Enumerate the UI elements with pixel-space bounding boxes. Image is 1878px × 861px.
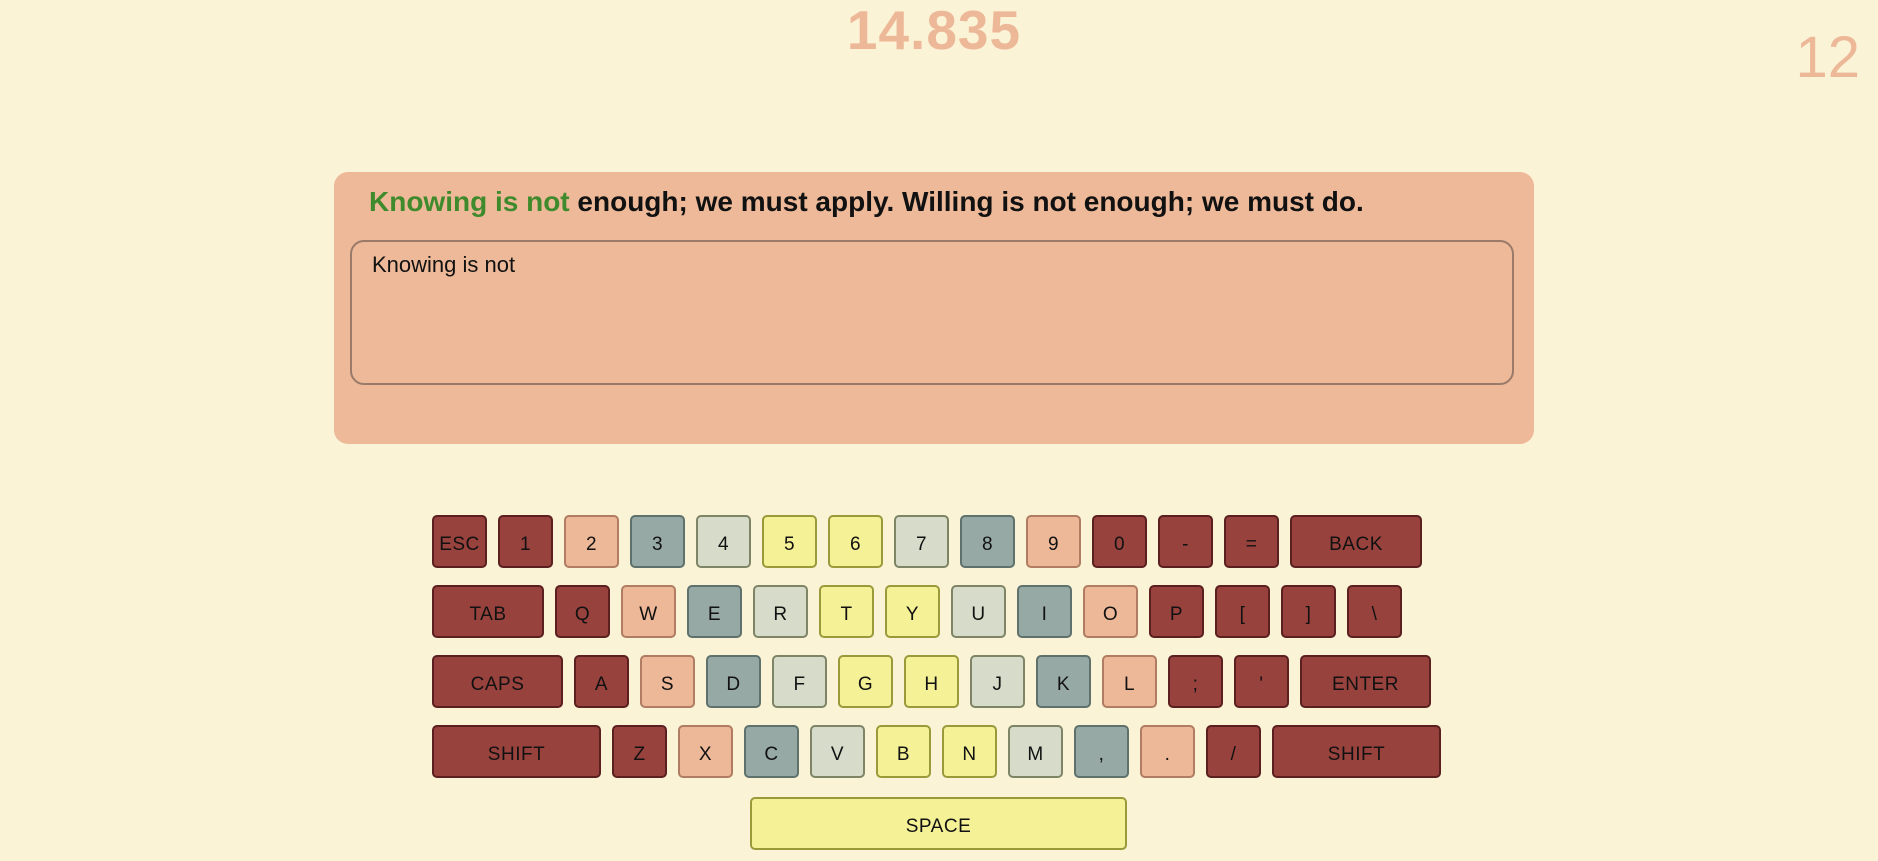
- key-shift-left[interactable]: SHIFT: [432, 725, 601, 778]
- key-space[interactable]: SPACE: [750, 797, 1127, 850]
- key-caps[interactable]: CAPS: [432, 655, 563, 708]
- key-3[interactable]: 3: [630, 515, 685, 568]
- key-f[interactable]: F: [772, 655, 827, 708]
- key-2[interactable]: 2: [564, 515, 619, 568]
- key-shift-right[interactable]: SHIFT: [1272, 725, 1441, 778]
- target-sentence: Knowing is not enough; we must apply. Wi…: [369, 186, 1364, 218]
- key-t[interactable]: T: [819, 585, 874, 638]
- key-n[interactable]: N: [942, 725, 997, 778]
- word-counter: 12: [1795, 25, 1860, 90]
- key-a[interactable]: A: [574, 655, 629, 708]
- key-left-bracket[interactable]: [: [1215, 585, 1270, 638]
- typed-portion: Knowing is not: [369, 186, 570, 217]
- key-d[interactable]: D: [706, 655, 761, 708]
- key-s[interactable]: S: [640, 655, 695, 708]
- key-4[interactable]: 4: [696, 515, 751, 568]
- key-q[interactable]: Q: [555, 585, 610, 638]
- key-period[interactable]: .: [1140, 725, 1195, 778]
- typing-input[interactable]: Knowing is not: [350, 240, 1514, 385]
- key-1[interactable]: 1: [498, 515, 553, 568]
- key-k[interactable]: K: [1036, 655, 1091, 708]
- key-equals[interactable]: =: [1224, 515, 1279, 568]
- key-backslash[interactable]: \: [1347, 585, 1402, 638]
- key-r[interactable]: R: [753, 585, 808, 638]
- key-o[interactable]: O: [1083, 585, 1138, 638]
- key-g[interactable]: G: [838, 655, 893, 708]
- key-e[interactable]: E: [687, 585, 742, 638]
- timer-display: 14.835: [846, 0, 1022, 61]
- key-m[interactable]: M: [1008, 725, 1063, 778]
- key-esc[interactable]: ESC: [432, 515, 487, 568]
- key-z[interactable]: Z: [612, 725, 667, 778]
- key-w[interactable]: W: [621, 585, 676, 638]
- key-b[interactable]: B: [876, 725, 931, 778]
- key-u[interactable]: U: [951, 585, 1006, 638]
- key-enter[interactable]: ENTER: [1300, 655, 1431, 708]
- key-v[interactable]: V: [810, 725, 865, 778]
- key-comma[interactable]: ,: [1074, 725, 1129, 778]
- key-5[interactable]: 5: [762, 515, 817, 568]
- key-6[interactable]: 6: [828, 515, 883, 568]
- key-h[interactable]: H: [904, 655, 959, 708]
- key-quote[interactable]: ': [1234, 655, 1289, 708]
- key-minus[interactable]: -: [1158, 515, 1213, 568]
- key-slash[interactable]: /: [1206, 725, 1261, 778]
- key-semicolon[interactable]: ;: [1168, 655, 1223, 708]
- key-x[interactable]: X: [678, 725, 733, 778]
- key-back[interactable]: BACK: [1290, 515, 1422, 568]
- typing-panel: Knowing is not enough; we must apply. Wi…: [334, 172, 1534, 444]
- key-0[interactable]: 0: [1092, 515, 1147, 568]
- key-tab[interactable]: TAB: [432, 585, 544, 638]
- key-7[interactable]: 7: [894, 515, 949, 568]
- key-l[interactable]: L: [1102, 655, 1157, 708]
- remaining-portion: enough; we must apply. Willing is not en…: [569, 186, 1364, 217]
- key-j[interactable]: J: [970, 655, 1025, 708]
- key-right-bracket[interactable]: ]: [1281, 585, 1336, 638]
- key-8[interactable]: 8: [960, 515, 1015, 568]
- key-y[interactable]: Y: [885, 585, 940, 638]
- key-c[interactable]: C: [744, 725, 799, 778]
- key-p[interactable]: P: [1149, 585, 1204, 638]
- key-9[interactable]: 9: [1026, 515, 1081, 568]
- key-i[interactable]: I: [1017, 585, 1072, 638]
